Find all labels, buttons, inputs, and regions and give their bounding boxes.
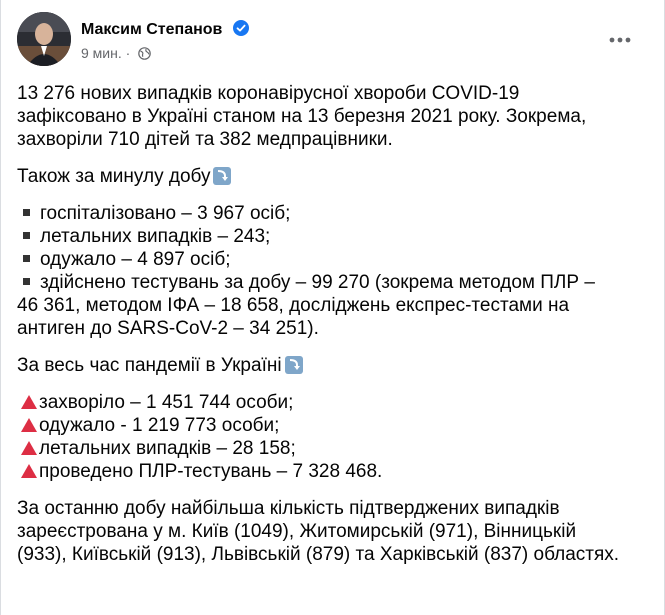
list-item-text: госпіталізовано – 3 967 осіб; bbox=[40, 203, 291, 224]
regions-line: За останню добу найбільша кількість підт… bbox=[17, 498, 560, 519]
verified-badge-icon bbox=[232, 20, 249, 36]
down-arrow-emoji-icon bbox=[213, 167, 232, 185]
facebook-post: Максим Степанов 9 мин. · 13 276 нових ви bbox=[0, 0, 665, 615]
post-body: 13 276 нових випадків коронавірусної хво… bbox=[17, 82, 648, 580]
list-item: одужало – 4 897 осіб; bbox=[17, 248, 648, 271]
regions-line: зареєстрована у м. Київ (1049), Житомирс… bbox=[17, 521, 577, 542]
list-item-text: одужало – 4 897 осіб; bbox=[40, 249, 231, 270]
red-triangle-emoji-icon bbox=[21, 441, 37, 455]
total-title-paragraph: За весь час пандемії в Україні bbox=[17, 354, 648, 377]
list-item-text: проведено ПЛР-тестувань – 7 328 468. bbox=[39, 461, 383, 482]
red-triangle-emoji-icon bbox=[21, 418, 37, 432]
globe-icon[interactable] bbox=[138, 47, 151, 60]
intro-line: зафіксовано в Україні станом на 13 берез… bbox=[17, 106, 587, 127]
author-avatar[interactable] bbox=[17, 12, 71, 66]
down-arrow-emoji-icon bbox=[284, 356, 303, 374]
intro-line: захворіли 710 дітей та 382 медпрацівники… bbox=[17, 129, 393, 150]
meta-separator: · bbox=[125, 45, 131, 61]
intro-paragraph: 13 276 нових випадків коронавірусної хво… bbox=[17, 82, 648, 151]
author-name[interactable]: Максим Степанов bbox=[81, 20, 249, 39]
list-item-continuation: 46 361, методом ІФА – 18 658, досліджень… bbox=[17, 295, 570, 316]
regions-paragraph: За останню добу найбільша кількість підт… bbox=[17, 497, 648, 566]
daily-title: Також за минулу добу bbox=[17, 166, 211, 187]
list-item: госпіталізовано – 3 967 осіб; bbox=[17, 202, 648, 225]
black-square-bullet-icon bbox=[23, 208, 30, 216]
total-title: За весь час пандемії в Україні bbox=[17, 355, 282, 376]
more-options-button[interactable] bbox=[602, 22, 638, 58]
list-item-text: захворіло – 1 451 744 особи; bbox=[39, 392, 294, 413]
author-name-text[interactable]: Максим Степанов bbox=[81, 21, 222, 38]
list-item: здійснено тестувань за добу – 99 270 (зо… bbox=[17, 271, 648, 294]
more-options-icon bbox=[609, 37, 631, 43]
intro-line: 13 276 нових випадків коронавірусної хво… bbox=[17, 83, 520, 104]
black-square-bullet-icon bbox=[23, 277, 30, 285]
black-square-bullet-icon bbox=[23, 254, 30, 262]
list-item: захворіло – 1 451 744 особи; bbox=[17, 391, 648, 414]
list-item-text: одужало - 1 219 773 особи; bbox=[39, 415, 280, 436]
list-item-continuation: антиген до SARS-CoV-2 – 34 251). bbox=[17, 318, 319, 339]
list-item: летальних випадків – 243; bbox=[17, 225, 648, 248]
red-triangle-emoji-icon bbox=[21, 464, 37, 478]
daily-title-paragraph: Також за минулу добу bbox=[17, 165, 648, 188]
list-item-text: здійснено тестувань за добу – 99 270 (зо… bbox=[40, 272, 595, 293]
list-item: летальних випадків – 28 158; bbox=[17, 437, 648, 460]
list-item-text: летальних випадків – 28 158; bbox=[39, 438, 296, 459]
post-meta: 9 мин. · bbox=[81, 45, 151, 61]
avatar-photo bbox=[17, 12, 71, 66]
regions-line: (933), Київській (913), Львівській (879)… bbox=[17, 544, 620, 565]
daily-list: госпіталізовано – 3 967 осіб; летальних … bbox=[17, 202, 648, 340]
list-item: одужало - 1 219 773 особи; bbox=[17, 414, 648, 437]
post-time[interactable]: 9 мин. bbox=[81, 45, 122, 61]
list-item: проведено ПЛР-тестувань – 7 328 468. bbox=[17, 460, 648, 483]
list-item-text: летальних випадків – 243; bbox=[40, 226, 271, 247]
black-square-bullet-icon bbox=[23, 231, 30, 239]
red-triangle-emoji-icon bbox=[21, 395, 37, 409]
post-header: Максим Степанов 9 мин. · bbox=[17, 12, 648, 72]
total-list: захворіло – 1 451 744 особи; одужало - 1… bbox=[17, 391, 648, 483]
